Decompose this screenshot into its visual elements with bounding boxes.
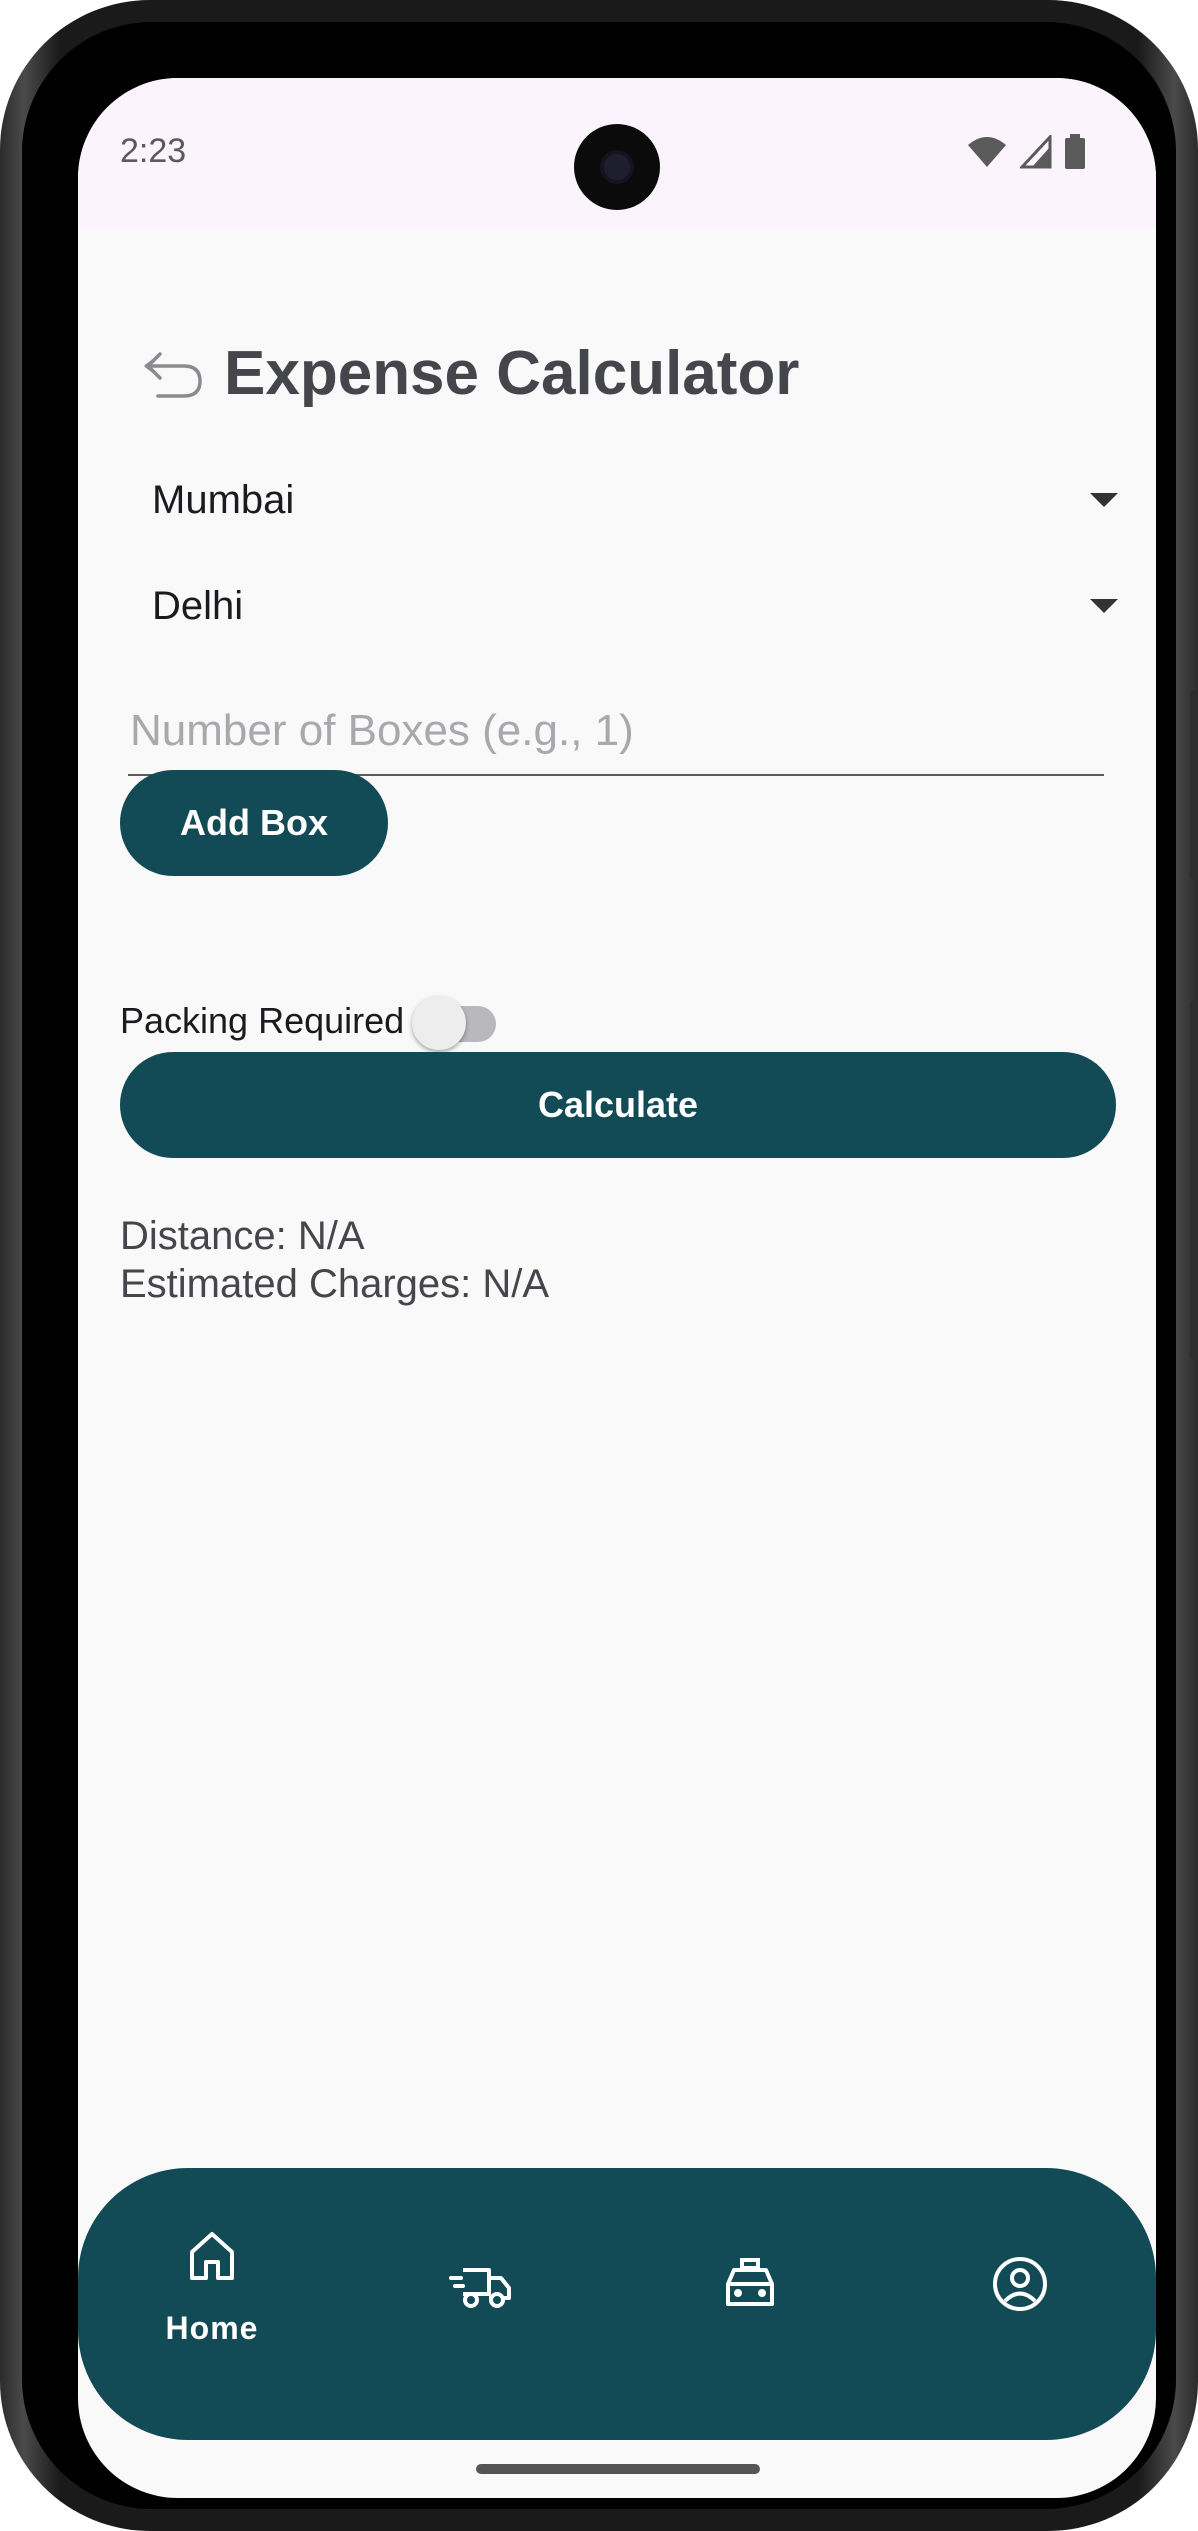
add-box-button[interactable]: Add Box <box>120 770 388 876</box>
status-bar: 2:23 <box>78 78 1156 228</box>
status-time: 2:23 <box>120 132 187 170</box>
account-icon <box>993 2257 1047 2311</box>
home-indicator[interactable] <box>476 2464 760 2474</box>
charges-text: Estimated Charges: N/A <box>120 1262 550 1306</box>
phone-frame: 2:23 Expense Calculator Mumbai Delhi Num… <box>0 0 1198 2531</box>
from-city-dropdown[interactable]: Mumbai <box>140 460 1138 540</box>
calculate-button[interactable]: Calculate <box>120 1052 1116 1158</box>
volume-button <box>1190 690 1198 880</box>
status-icons <box>966 134 1086 170</box>
packing-label: Packing Required <box>120 1000 405 1041</box>
boxes-input[interactable] <box>128 688 1108 774</box>
signal-icon <box>1020 135 1052 169</box>
battery-icon <box>1065 134 1085 169</box>
dropdown-arrow-icon <box>1090 599 1118 613</box>
taxi-icon <box>726 2258 774 2306</box>
bottom-navigation: Home <box>78 2168 1156 2440</box>
boxes-field <box>128 688 1108 776</box>
front-camera <box>574 124 660 210</box>
from-city-value: Mumbai <box>152 477 295 522</box>
home-icon <box>190 2232 234 2280</box>
packing-toggle[interactable] <box>412 986 498 1056</box>
toggle-thumb <box>412 996 467 1050</box>
back-arrow-icon[interactable] <box>140 340 206 406</box>
nav-home-label: Home <box>165 2310 259 2346</box>
distance-text: Distance: N/A <box>120 1214 365 1258</box>
packing-row: Packing Required <box>120 986 498 1056</box>
nav-taxi[interactable] <box>650 2168 850 2440</box>
page-title: Expense Calculator <box>224 338 800 408</box>
to-city-dropdown[interactable]: Delhi <box>140 566 1138 646</box>
nav-home[interactable]: Home <box>112 2168 312 2440</box>
power-button <box>1190 1000 1198 1360</box>
nav-moving[interactable] <box>381 2168 581 2440</box>
to-city-value: Delhi <box>152 583 244 628</box>
app-header: Expense Calculator <box>140 328 799 418</box>
moving-truck-icon <box>449 2268 511 2308</box>
phone-bezel: 2:23 Expense Calculator Mumbai Delhi Num… <box>22 22 1176 2509</box>
screen: 2:23 Expense Calculator Mumbai Delhi Num… <box>78 78 1156 2498</box>
wifi-icon <box>968 137 1006 167</box>
dropdown-arrow-icon <box>1090 493 1118 507</box>
nav-account[interactable] <box>920 2168 1120 2440</box>
